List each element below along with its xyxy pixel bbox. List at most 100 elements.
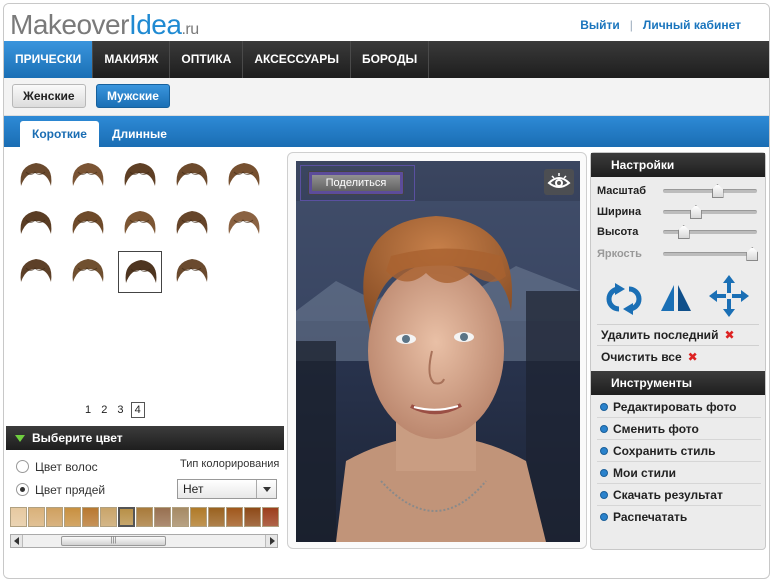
color-swatch[interactable] [172, 507, 189, 527]
hairstyle-thumb[interactable] [170, 155, 214, 197]
color-swatch[interactable] [154, 507, 171, 527]
color-panel-header[interactable]: Выберите цвет [6, 426, 284, 450]
color-swatch[interactable] [100, 507, 117, 527]
slider-height-track[interactable] [663, 225, 757, 239]
divider [597, 324, 759, 325]
tool-change-photo[interactable]: Сменить фото [597, 419, 761, 440]
color-swatch[interactable] [118, 507, 135, 527]
strands-color-option[interactable]: Цвет прядей [16, 483, 105, 497]
tools-header: Инструменты [591, 371, 765, 395]
hairstyle-thumb[interactable] [170, 251, 214, 293]
tab-short[interactable]: Короткие [20, 121, 99, 147]
tool-save-style-label: Сохранить стиль [613, 444, 716, 458]
chevron-down-icon [256, 480, 276, 498]
tool-print[interactable]: Распечатать [597, 507, 761, 528]
page-4[interactable]: 4 [130, 402, 145, 418]
slider-scale-knob[interactable] [711, 184, 724, 198]
hairstyle-image [72, 163, 104, 186]
slider-height-knob[interactable] [677, 225, 690, 239]
page-3[interactable]: 3 [114, 403, 126, 417]
eye-icon[interactable] [544, 169, 574, 195]
tool-download[interactable]: Скачать результат [597, 485, 761, 506]
clear-all-button[interactable]: Очистить все ✖ [601, 350, 698, 364]
hairstyle-thumb[interactable] [118, 155, 162, 197]
slider-width-knob[interactable] [689, 205, 702, 219]
color-swatch[interactable] [46, 507, 63, 527]
hairstyle-thumb[interactable] [66, 251, 110, 293]
color-swatch[interactable] [262, 507, 279, 527]
nav-item-accessories[interactable]: АКСЕССУАРЫ [243, 41, 351, 78]
move-icon[interactable] [707, 273, 751, 319]
hairstyle-thumb[interactable] [222, 203, 266, 245]
gender-bar: Женские Мужские [4, 78, 769, 116]
tab-long[interactable]: Длинные [100, 121, 179, 147]
swatch-scrollbar[interactable]: ||| [10, 534, 278, 548]
page-1[interactable]: 1 [82, 403, 94, 417]
hair-color-radio[interactable] [16, 460, 29, 473]
hair-color-option[interactable]: Цвет волос [16, 460, 98, 474]
rotate-icon[interactable] [599, 281, 649, 317]
settings-panel: Настройки Масштаб Ширина Высота Яркость [590, 152, 766, 550]
logo-main: Makeover [10, 9, 129, 40]
hairstyle-image [20, 163, 52, 186]
app-frame: MakeoverIdea.ru Выйти | Личный кабинет ПРИ… [3, 3, 770, 579]
scroll-left-icon[interactable] [11, 535, 23, 547]
hairstyle-thumb[interactable] [222, 155, 266, 197]
share-button[interactable]: Поделиться [308, 171, 404, 195]
hairstyle-thumb[interactable] [118, 203, 162, 245]
color-swatch[interactable] [244, 507, 261, 527]
slider-scale-track[interactable] [663, 184, 757, 198]
strands-color-radio[interactable] [16, 483, 29, 496]
male-button[interactable]: Мужские [96, 84, 170, 108]
hairstyle-image [176, 163, 208, 186]
delete-last-button[interactable]: Удалить последний ✖ [601, 328, 735, 342]
tool-edit-photo[interactable]: Редактировать фото [597, 397, 761, 418]
scroll-right-icon[interactable] [265, 535, 277, 547]
hairstyle-image [228, 163, 260, 186]
divider [597, 345, 759, 346]
flip-icon[interactable] [659, 281, 693, 315]
coloring-type-select[interactable]: Нет [177, 479, 277, 499]
color-swatch[interactable] [64, 507, 81, 527]
hairstyle-thumb[interactable] [14, 155, 58, 197]
logout-link[interactable]: Выйти [580, 18, 620, 32]
page-2[interactable]: 2 [98, 403, 110, 417]
cabinet-link[interactable]: Личный кабинет [643, 18, 741, 32]
length-tabs: Короткие Длинные [4, 116, 769, 147]
hairstyle-thumb[interactable] [170, 203, 214, 245]
scrollbar-thumb[interactable]: ||| [61, 536, 166, 546]
nav-item-optics[interactable]: ОПТИКА [170, 41, 244, 78]
user-photo[interactable]: Поделиться [296, 161, 580, 542]
color-swatch[interactable] [226, 507, 243, 527]
hairstyle-image [72, 259, 104, 282]
nav-item-hairstyles[interactable]: ПРИЧЕСКИ [4, 41, 94, 78]
color-swatch[interactable] [208, 507, 225, 527]
settings-header: Настройки [591, 153, 765, 177]
bullet-icon [600, 425, 608, 433]
tool-my-styles[interactable]: Мои стили [597, 463, 761, 484]
left-panel: 1 2 3 4 Выберите цвет Цвет волос Цвет пр… [4, 147, 286, 577]
nav-item-beards[interactable]: БОРОДЫ [351, 41, 430, 78]
delete-last-label: Удалить последний [601, 328, 719, 342]
color-swatch[interactable] [10, 507, 27, 527]
tool-save-style[interactable]: Сохранить стиль [597, 441, 761, 462]
female-button[interactable]: Женские [12, 84, 86, 108]
bullet-icon [600, 403, 608, 411]
slider-scale: Масштаб [597, 184, 757, 198]
nav-item-makeup[interactable]: МАКИЯЖ [93, 41, 171, 78]
slider-brightness: Яркость [597, 247, 759, 261]
slider-width-track[interactable] [663, 205, 757, 219]
tool-print-label: Распечатать [613, 510, 688, 524]
color-swatch[interactable] [82, 507, 99, 527]
hairstyle-thumb[interactable] [66, 203, 110, 245]
color-swatch[interactable] [28, 507, 45, 527]
color-swatch[interactable] [190, 507, 207, 527]
hairstyle-thumb[interactable] [66, 155, 110, 197]
hairstyle-image [124, 163, 156, 186]
hairstyle-thumb[interactable] [14, 203, 58, 245]
site-logo[interactable]: MakeoverIdea.ru [10, 9, 199, 41]
hairstyle-thumb[interactable] [14, 251, 58, 293]
top-links: Выйти | Личный кабинет [580, 18, 741, 32]
color-swatch[interactable] [136, 507, 153, 527]
hairstyle-thumb[interactable] [118, 251, 162, 293]
